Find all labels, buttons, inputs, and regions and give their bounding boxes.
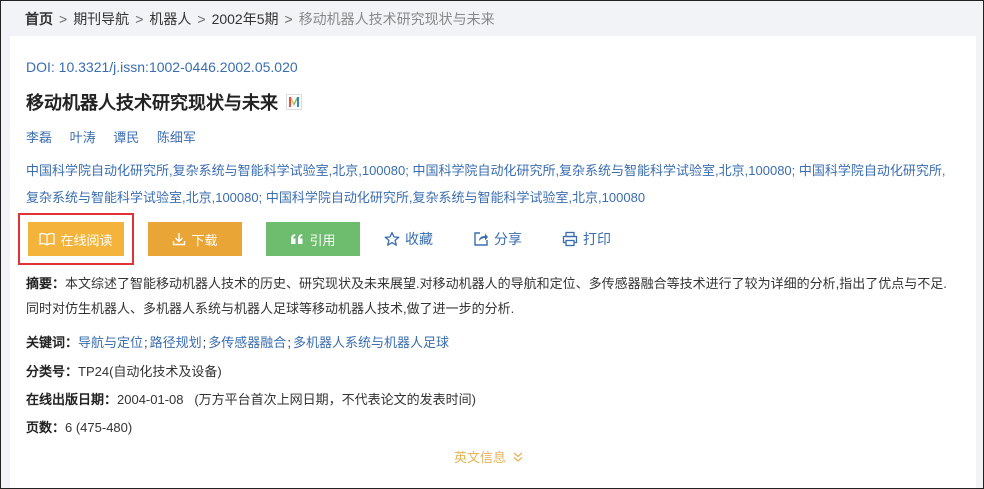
page-count-label: 页数： (26, 420, 66, 435)
breadcrumb-separator: > (284, 11, 293, 27)
read-online-button[interactable]: 在线阅读 (28, 222, 124, 256)
classification: 分类号：TP24(自动化技术及设备) (26, 361, 222, 380)
favorite-label: 收藏 (405, 231, 433, 247)
doi-link[interactable]: DOI: 10.3321/j.issn:1002-0446.2002.05.02… (26, 59, 298, 75)
keyword-link[interactable]: 多传感器融合 (208, 335, 286, 350)
keyword-link[interactable]: 导航与定位 (78, 335, 143, 350)
authors-list: 李磊 叶涛 谭民 陈细军 (26, 127, 210, 146)
double-chevron-down-icon (513, 452, 523, 462)
publish-date-value: 2004-01-08 (万方平台首次上网日期，不代表论文的发表时间) (117, 392, 477, 407)
share-icon (474, 232, 488, 246)
english-info-label: 英文信息 (454, 450, 507, 465)
cite-button[interactable]: 引用 (266, 222, 360, 256)
printer-icon (562, 231, 578, 247)
breadcrumb-current: 移动机器人技术研究现状与未来 (298, 11, 495, 27)
breadcrumb-journal-nav[interactable]: 期刊导航 (73, 11, 129, 27)
read-online-label: 在线阅读 (60, 232, 113, 248)
breadcrumb-separator: > (59, 11, 68, 27)
breadcrumb: 首页 > 期刊导航 > 机器人 >2002年5期 > 移动机器人技术研究现状与未来 (25, 9, 495, 29)
print-button[interactable]: 打印 (562, 229, 611, 249)
download-label: 下载 (191, 232, 218, 248)
publish-date: 在线出版日期：2004-01-08 (万方平台首次上网日期，不代表论文的发表时间… (26, 389, 476, 408)
abstract: 摘要：本文综述了智能移动机器人技术的历史、研究现状及未来展望.对移动机器人的导航… (26, 271, 956, 321)
keyword-separator: ; (202, 335, 207, 350)
keyword-link[interactable]: 路径规划 (150, 335, 202, 350)
print-label: 打印 (583, 231, 611, 247)
star-icon (384, 231, 400, 246)
author-link[interactable]: 陈细军 (157, 130, 196, 145)
author-link[interactable]: 李磊 (26, 130, 52, 145)
classification-label: 分类号： (26, 364, 79, 379)
keyword-separator: ; (287, 335, 291, 350)
favorite-button[interactable]: 收藏 (384, 229, 433, 249)
publish-date-label: 在线出版日期： (26, 392, 118, 407)
english-info-toggle[interactable]: 英文信息 (454, 447, 524, 466)
breadcrumb-issue[interactable]: 2002年5期 (212, 11, 279, 27)
mendeley-icon[interactable] (286, 94, 302, 110)
screenshot-frame: 首页 > 期刊导航 > 机器人 >2002年5期 > 移动机器人技术研究现状与未来 DOI: … (0, 0, 984, 489)
article-title-row: 移动机器人技术研究现状与未来 (26, 89, 302, 115)
article-card: DOI: 10.3321/j.issn:1002-0446.2002.05.02… (10, 36, 976, 488)
abstract-label: 摘要： (26, 276, 66, 291)
keywords-label: 关键词： (26, 335, 79, 350)
keywords: 关键词：导航与定位; 路径规划; 多传感器融合; 多机器人系统与机器人足球 (26, 332, 449, 351)
page-count-value: 6 (475-480) (65, 420, 133, 435)
share-label: 分享 (494, 231, 522, 247)
breadcrumb-separator: > (135, 11, 144, 27)
keyword-separator: ; (144, 335, 148, 350)
quote-icon (291, 234, 303, 244)
keyword-link[interactable]: 多机器人系统与机器人足球 (293, 335, 449, 350)
download-button[interactable]: 下载 (148, 222, 242, 256)
abstract-text: 本文综述了智能移动机器人技术的历史、研究现状及未来展望.对移动机器人的导航和定位… (26, 276, 947, 316)
cite-label: 引用 (309, 232, 336, 248)
breadcrumb-separator: > (197, 11, 206, 27)
download-icon (173, 233, 186, 246)
action-bar: 在线阅读 下载 引用 收藏 分享 打印 (26, 222, 611, 256)
classification-value: TP24(自动化技术及设备) (78, 364, 222, 379)
affiliations[interactable]: 中国科学院自动化研究所,复杂系统与智能科学试验室,北京,100080; 中国科学… (26, 157, 956, 211)
breadcrumb-journal[interactable]: 机器人 (149, 11, 191, 27)
article-title: 移动机器人技术研究现状与未来 (26, 93, 278, 113)
author-link[interactable]: 叶涛 (70, 130, 96, 145)
page-count: 页数：6 (475-480) (26, 417, 132, 436)
author-link[interactable]: 谭民 (113, 130, 139, 145)
book-icon (39, 232, 56, 246)
share-button[interactable]: 分享 (473, 229, 522, 249)
breadcrumb-home[interactable]: 首页 (25, 11, 53, 27)
